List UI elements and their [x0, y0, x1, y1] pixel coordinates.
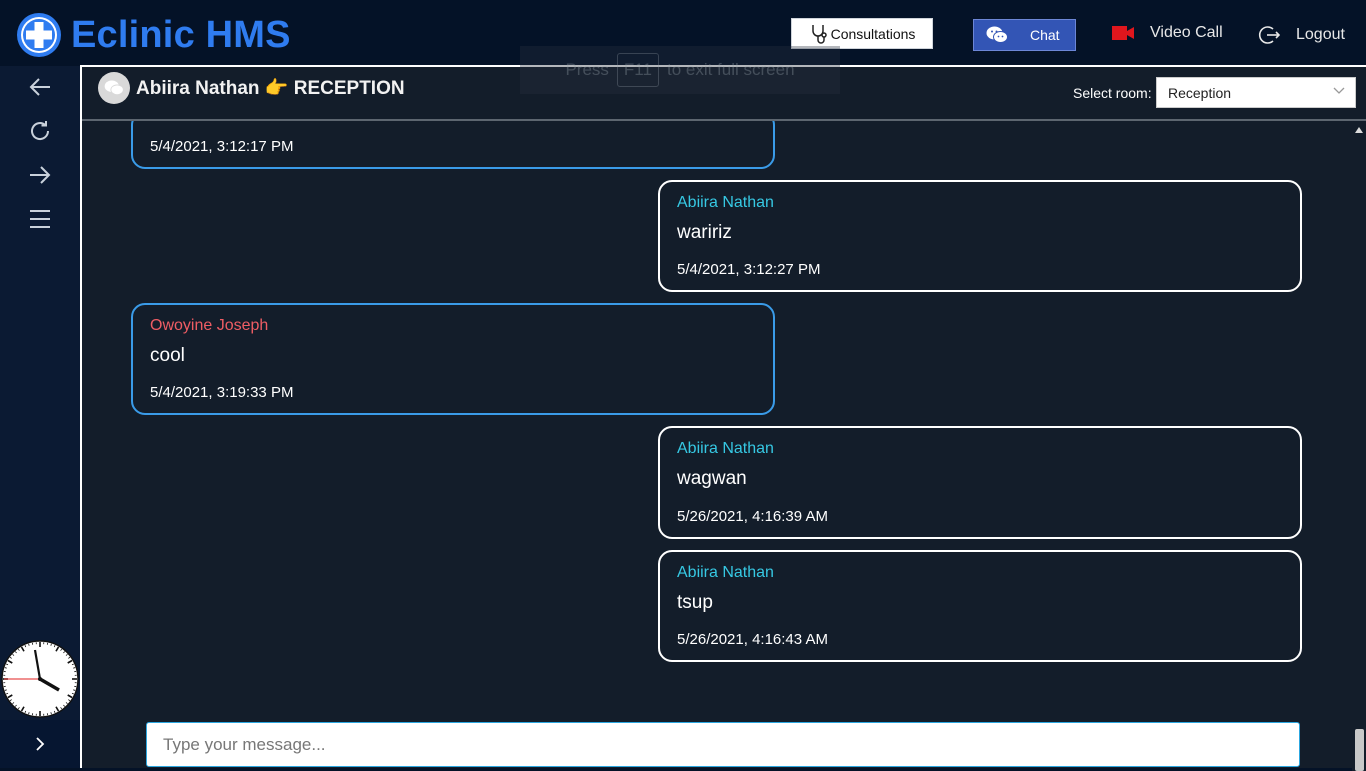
chat-header: Abiira Nathan 👉 RECEPTION Select room: R…	[82, 67, 1366, 121]
message-text: waririz	[677, 222, 732, 244]
message-bubble: Abiira Nathan tsup 5/26/2021, 4:16:43 AM	[658, 550, 1302, 662]
message-bubble: Abiira Nathan wagwan 5/26/2021, 4:16:39 …	[658, 426, 1302, 539]
message-sender: Owoyine Joseph	[150, 317, 268, 335]
message-text: tsup	[677, 592, 713, 614]
analog-clock-icon	[1, 640, 79, 718]
logout-link[interactable]: Logout	[1258, 24, 1345, 46]
select-room-label: Select room:	[1073, 85, 1152, 101]
message-time: 5/4/2021, 3:19:33 PM	[150, 384, 293, 401]
scrollbar-thumb[interactable]	[1355, 729, 1364, 771]
consultations-button[interactable]: Consultations	[791, 18, 933, 49]
sidebar-expand-button[interactable]	[0, 720, 80, 768]
room-select-value: Reception	[1168, 85, 1231, 101]
stethoscope-icon	[809, 23, 827, 45]
forward-arrow-icon[interactable]	[28, 163, 52, 187]
message-input[interactable]	[146, 722, 1300, 767]
message-scrollbar[interactable]	[1352, 121, 1366, 771]
chat-label: Chat	[1030, 27, 1060, 43]
chat-bubbles-icon	[104, 80, 124, 96]
message-bubble: Abiira Nathan waririz 5/4/2021, 3:12:27 …	[658, 180, 1302, 292]
medical-cross-icon	[16, 12, 62, 58]
message-text: cool	[150, 345, 185, 367]
message-sender: Abiira Nathan	[677, 440, 774, 458]
wechat-icon	[986, 26, 1008, 44]
video-camera-icon	[1112, 25, 1134, 41]
message-bubble: Owoyine Joseph cool 5/4/2021, 3:19:33 PM	[131, 303, 775, 415]
logout-icon	[1258, 24, 1280, 46]
chevron-down-icon	[1333, 87, 1345, 95]
message-bubble: 5/4/2021, 3:12:17 PM	[131, 121, 775, 169]
message-time: 5/26/2021, 4:16:43 AM	[677, 631, 828, 648]
video-call-label: Video Call	[1150, 24, 1223, 42]
top-bar: Eclinic HMS Consultations Chat Video Cal…	[0, 0, 1366, 66]
message-time: 5/26/2021, 4:16:39 AM	[677, 508, 828, 525]
chat-button[interactable]: Chat	[973, 19, 1076, 51]
message-text: wagwan	[677, 468, 747, 490]
menu-icon[interactable]	[28, 207, 52, 231]
avatar	[98, 72, 130, 104]
video-call-link[interactable]: Video Call	[1112, 24, 1223, 42]
message-time: 5/4/2021, 3:12:27 PM	[677, 261, 820, 278]
message-sender: Abiira Nathan	[677, 194, 774, 212]
scroll-up-icon[interactable]	[1354, 125, 1364, 135]
logout-label: Logout	[1296, 26, 1345, 44]
chevron-right-icon	[35, 737, 45, 751]
app-title[interactable]: Eclinic HMS	[71, 14, 291, 57]
room-select[interactable]: Reception	[1156, 77, 1356, 108]
sidebar	[0, 66, 80, 768]
message-sender: Abiira Nathan	[677, 564, 774, 582]
consultations-label: Consultations	[831, 26, 916, 42]
chat-panel: Abiira Nathan 👉 RECEPTION Select room: R…	[80, 65, 1366, 768]
chat-room-title: Abiira Nathan 👉 RECEPTION	[136, 76, 405, 100]
refresh-icon[interactable]	[28, 119, 52, 143]
message-list[interactable]: 5/4/2021, 3:12:17 PM Abiira Nathan warir…	[82, 121, 1352, 721]
message-time: 5/4/2021, 3:12:17 PM	[150, 138, 293, 155]
back-arrow-icon[interactable]	[28, 75, 52, 99]
